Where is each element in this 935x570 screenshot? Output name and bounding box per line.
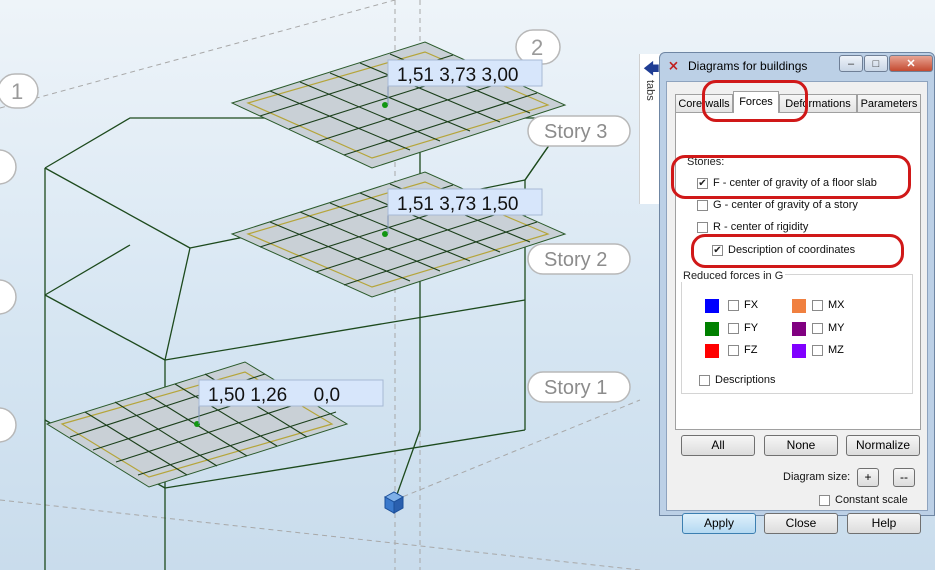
fz-color-swatch[interactable]	[705, 344, 719, 358]
checkbox-mz[interactable]	[812, 345, 823, 356]
axis-label: 1	[11, 79, 23, 104]
none-button[interactable]: None	[764, 435, 838, 456]
help-button[interactable]: Help	[847, 513, 921, 534]
svg-text:1,51 3,73 3,00: 1,51 3,73 3,00	[397, 65, 519, 86]
svg-text:Story 3: Story 3	[544, 121, 607, 143]
svg-text:1,50 1,26 0,0: 1,50 1,26 0,0	[208, 385, 340, 406]
dialog-title: Diagrams for buildings	[688, 59, 808, 73]
checkbox-fy[interactable]	[728, 323, 739, 334]
svg-text:Story 2: Story 2	[544, 249, 607, 271]
axis-label: 2	[531, 35, 543, 60]
svg-text:1,51 3,73 1,50: 1,51 3,73 1,50	[397, 194, 519, 215]
story-label-3: Story 3	[527, 115, 631, 147]
decrease-size-button[interactable]: --	[893, 468, 915, 487]
reduced-forces-label: Reduced forces in G	[681, 270, 786, 282]
checkbox-my[interactable]	[812, 323, 823, 334]
checkbox-fx[interactable]	[728, 300, 739, 311]
diagram-size-label: Diagram size:	[783, 471, 851, 483]
mz-color-swatch[interactable]	[792, 344, 806, 358]
increase-size-button[interactable]: +	[857, 468, 879, 487]
dialog-client: Core walls Forces Deformations Parameter…	[666, 81, 928, 534]
minimize-button[interactable]: –	[839, 55, 863, 72]
tab-parameters[interactable]: Parameters	[857, 94, 921, 112]
apply-button[interactable]: Apply	[682, 513, 756, 534]
close-button[interactable]: Close	[764, 513, 838, 534]
axis-bubble-edge	[0, 407, 17, 443]
axis-bubble-2: 2	[515, 29, 561, 65]
highlight-stories-f-option	[671, 155, 911, 199]
checkbox-fz[interactable]	[728, 345, 739, 356]
close-window-button[interactable]: ✕	[889, 55, 933, 72]
story-label-2: Story 2	[527, 243, 631, 275]
fx-color-swatch[interactable]	[705, 299, 719, 313]
svg-text:Story 1: Story 1	[544, 377, 607, 399]
fy-color-swatch[interactable]	[705, 322, 719, 336]
checkbox-r[interactable]	[697, 222, 708, 233]
highlight-description-option	[691, 234, 904, 268]
support-cube-icon	[383, 491, 405, 514]
checkbox-descriptions[interactable]	[699, 375, 710, 386]
center-of-gravity-marker	[382, 102, 388, 108]
normalize-button[interactable]: Normalize	[846, 435, 920, 456]
axis-line	[394, 399, 641, 501]
app-logo-icon: ⨯	[668, 58, 679, 73]
axis-line	[0, 499, 641, 570]
checkbox-constant-scale[interactable]	[819, 495, 830, 506]
checkbox-mx[interactable]	[812, 300, 823, 311]
axis-bubble-1: 1	[0, 73, 39, 109]
my-color-swatch[interactable]	[792, 322, 806, 336]
story-label-1: Story 1	[527, 371, 631, 403]
tabs-label: tabs	[644, 80, 656, 101]
dialog-titlebar[interactable]: ⨯ Diagrams for buildings – □ ✕	[660, 53, 934, 79]
building-frame	[44, 117, 570, 570]
mx-color-swatch[interactable]	[792, 299, 806, 313]
maximize-button[interactable]: □	[864, 55, 888, 72]
center-of-gravity-marker	[382, 231, 388, 237]
checkbox-g[interactable]	[697, 200, 708, 211]
tab-forces[interactable]: Forces	[733, 91, 779, 113]
all-button[interactable]: All	[681, 435, 755, 456]
axis-bubble-edge	[0, 279, 17, 315]
axis-bubble-edge	[0, 149, 17, 185]
